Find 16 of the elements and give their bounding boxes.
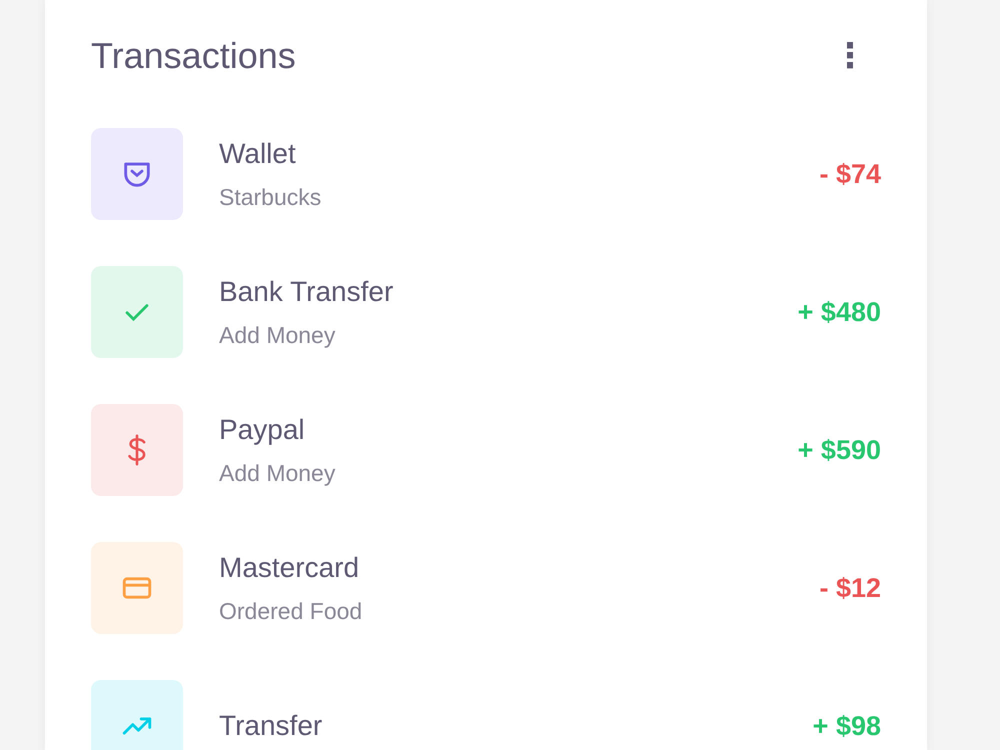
transaction-amount: - $74 (819, 158, 881, 190)
transaction-amount: + $480 (798, 296, 881, 328)
transaction-title: Wallet (219, 138, 297, 170)
transaction-subtitle: Add Money (219, 322, 336, 348)
transaction-subtitle: Ordered Food (219, 598, 364, 624)
transaction-subtitle: Add Money (219, 460, 336, 486)
transaction-subtitle: Starbucks (219, 184, 322, 210)
transaction-title: Mastercard (219, 552, 360, 584)
transaction-title: Bank Transfer (219, 276, 394, 308)
transaction-amount: + $590 (798, 434, 881, 466)
transaction-title: Transfer (219, 710, 324, 742)
transaction-amount: + $98 (812, 710, 881, 742)
transaction-title: Paypal (219, 414, 306, 446)
more-options-button[interactable]: ⋮ (819, 36, 881, 76)
card-title: Transactions (91, 35, 296, 77)
transaction-amount: - $12 (819, 572, 881, 604)
